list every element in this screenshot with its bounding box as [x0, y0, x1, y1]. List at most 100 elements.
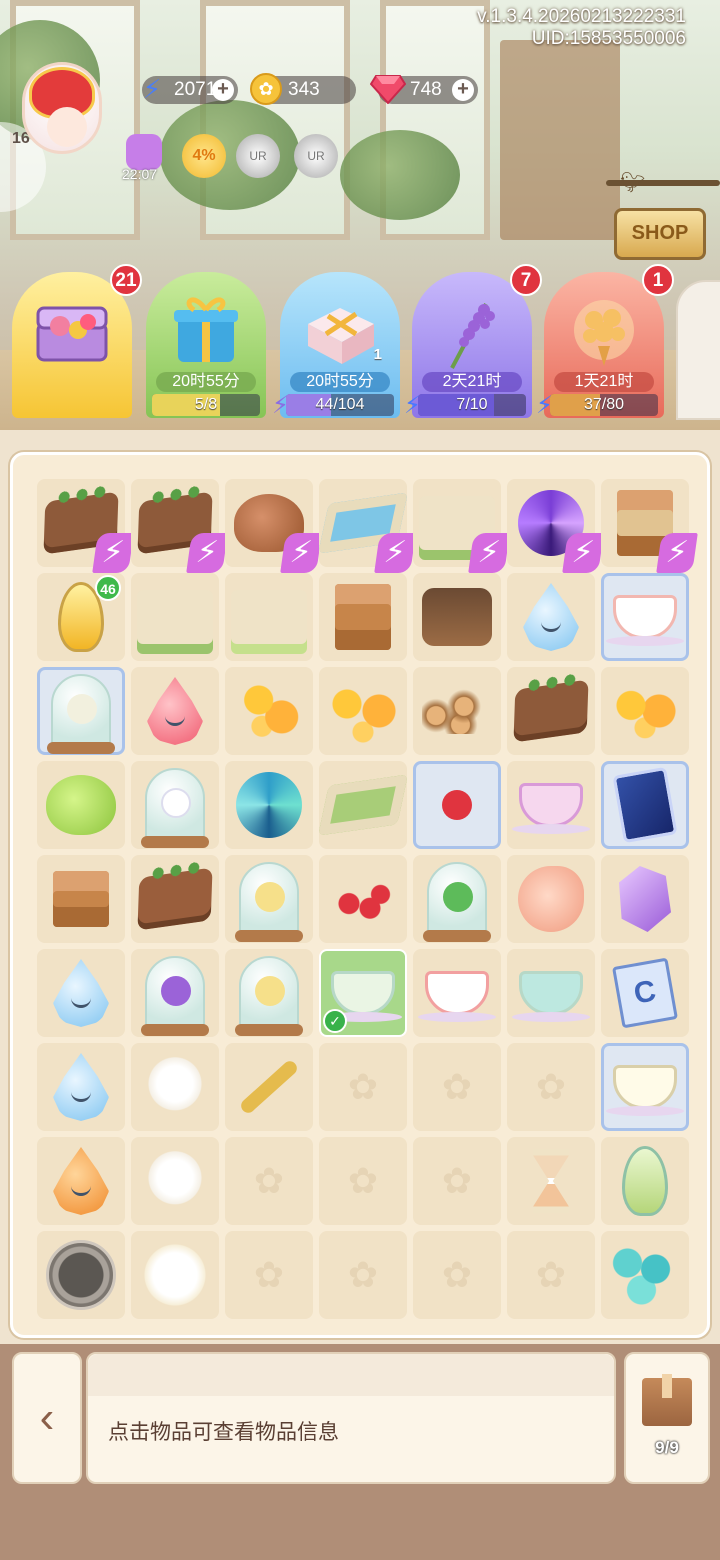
board-item-water-drop[interactable]	[507, 573, 595, 661]
board-item-oil-bottle[interactable]: 46	[37, 573, 125, 661]
board-item-teapot-generator[interactable]: ⚡	[225, 479, 322, 573]
board-item-seedling-plot[interactable]	[507, 667, 595, 755]
empty-slot[interactable]: ✿	[319, 1043, 407, 1131]
board-item-golden-key[interactable]	[225, 1043, 313, 1131]
double-buff-icon[interactable]	[126, 134, 162, 170]
notification-badge: 21	[110, 264, 142, 296]
empty-slot[interactable]: ✿	[413, 1043, 501, 1131]
energy-generator-icon: ⚡	[92, 533, 134, 573]
board-item-calla-lily[interactable]	[131, 1043, 219, 1131]
empty-slot[interactable]: ✿	[319, 1137, 407, 1225]
hourglass-icon	[533, 1149, 569, 1213]
empty-slot[interactable]: ✿	[507, 1043, 595, 1131]
empty-slot[interactable]: ✿	[225, 1137, 313, 1225]
board-item-shelf-generator[interactable]: ⚡	[601, 479, 698, 573]
board-item-small-table[interactable]	[37, 855, 125, 943]
empty-slot[interactable]: ✿	[225, 1231, 313, 1319]
board-item-green-blob[interactable]	[37, 761, 125, 849]
board-item-perfume-bottle[interactable]	[601, 1137, 689, 1225]
board-item-pavilion-tile[interactable]	[225, 573, 313, 661]
board-item-orange-drop[interactable]	[37, 1137, 125, 1225]
event-progress-bar: 5/8	[152, 394, 260, 416]
board-item-tree-stump[interactable]	[413, 573, 501, 661]
board-item-garden-arch-generator[interactable]: ⚡	[413, 479, 510, 573]
avatar-face	[47, 107, 87, 147]
empty-slot[interactable]: ✿	[413, 1137, 501, 1225]
ur-medal-icon[interactable]: UR	[236, 134, 280, 178]
board-item-cat-teacup-selected[interactable]: ✓	[319, 949, 407, 1037]
board-item-galaxy-portal-generator[interactable]: ⚡	[507, 479, 604, 573]
board-item-cat-tea-set[interactable]	[413, 949, 501, 1037]
board-item-green-tea-bowl[interactable]	[507, 949, 595, 1037]
board-item-cat-teacup-frozen[interactable]	[601, 573, 689, 661]
boost-icon[interactable]: 4%	[182, 134, 226, 178]
pink-blob-icon	[147, 677, 203, 745]
board-item-stone-disk[interactable]	[37, 1231, 125, 1319]
board-item-cherries[interactable]	[319, 855, 407, 943]
board-item-pergola-tile[interactable]	[131, 573, 219, 661]
merge-board: ⚡ ⚡ ⚡ ⚡ ⚡ ⚡ ⚡ 46 ✓ C ✿ ✿ ✿ ✿ ✿ ✿ ✿ ✿ ✿ ✿	[10, 452, 710, 1338]
flower-watermark-icon: ✿	[347, 1160, 379, 1201]
event-timer: 20时55分	[290, 372, 390, 392]
board-item-card-book[interactable]: C	[601, 949, 689, 1037]
energy-counter[interactable]: ⚡ 2071 +	[142, 75, 238, 104]
add-energy-button[interactable]: +	[212, 79, 234, 101]
board-item-teal-swirl[interactable]	[225, 761, 313, 849]
board-item-plot-generator[interactable]: ⚡	[37, 479, 134, 573]
board-item-glass-dome-dandelion[interactable]	[131, 761, 219, 849]
clover-coin-icon: ✿	[248, 70, 284, 108]
board-item-osmanthus-bouquet[interactable]	[319, 667, 407, 755]
storage-box-button[interactable]: 9/9	[624, 1352, 710, 1484]
board-item-tea-cup-frozen[interactable]	[601, 1043, 689, 1131]
board-item-koi-fish[interactable]	[507, 855, 595, 943]
back-button[interactable]: ‹	[12, 1352, 82, 1484]
board-item-purple-crystal[interactable]	[601, 855, 689, 943]
tarot-card-icon	[612, 766, 678, 844]
coin-counter[interactable]: ✿ 343	[250, 73, 356, 105]
item-count: 1	[373, 346, 382, 363]
board-item-cherry-frozen[interactable]	[413, 761, 501, 849]
board-item-logs[interactable]	[413, 667, 501, 755]
event-card-present[interactable]: 1 20时55分 44/104 ⚡	[272, 272, 400, 419]
board-item-glass-dome-vanilla[interactable]	[225, 855, 313, 943]
board-item-wood-cabinet[interactable]	[319, 573, 407, 661]
water-drop-icon	[523, 583, 579, 651]
board-item-glass-dome-vanilla[interactable]	[225, 949, 313, 1037]
board-item-garden-pond-generator[interactable]: ⚡	[318, 479, 416, 573]
ur-medal-icon[interactable]: UR	[294, 134, 338, 178]
player-avatar[interactable]	[22, 62, 102, 154]
board-item-plot-generator[interactable]: ⚡	[131, 479, 228, 573]
board-item-white-calla[interactable]	[131, 1137, 219, 1225]
event-card-bouquet[interactable]: 1 1天21时 37/80 ⚡	[536, 264, 674, 419]
shop-button[interactable]: SHOP	[614, 208, 706, 260]
event-card-gift[interactable]: 20时55分 5/8	[146, 272, 266, 418]
event-progress-bar: 37/80	[550, 394, 658, 416]
board-item-teal-puzzle[interactable]	[601, 1231, 689, 1319]
board-item-water-drop[interactable]	[37, 1043, 125, 1131]
energy-generator-icon: ⚡	[562, 533, 604, 573]
event-card-lavender[interactable]: 7 2天21时 7/10 ⚡	[404, 264, 542, 419]
board-item-yellow-flowers[interactable]	[601, 667, 689, 755]
purple-crystal-icon	[619, 866, 671, 932]
event-card-treasure[interactable]: 21	[12, 264, 142, 418]
board-item-osmanthus-branch[interactable]	[225, 667, 313, 755]
board-item-glass-dome-violet[interactable]	[131, 949, 219, 1037]
empty-slot[interactable]: ✿	[507, 1231, 595, 1319]
board-item-glass-dome-leaves[interactable]	[413, 855, 501, 943]
board-item-hourglass[interactable]	[507, 1137, 595, 1225]
board-item-brownie-tray[interactable]	[131, 855, 219, 943]
board-item-water-drop[interactable]	[37, 949, 125, 1037]
board-item-glass-dome-flower-frozen[interactable]	[37, 667, 125, 755]
grass-tile-icon	[318, 774, 408, 836]
gem-counter[interactable]: 748 +	[370, 75, 478, 104]
board-item-white-lily[interactable]	[131, 1231, 219, 1319]
board-item-pink-blob[interactable]	[131, 667, 219, 755]
empty-slot[interactable]: ✿	[413, 1231, 501, 1319]
empty-slot[interactable]: ✿	[319, 1231, 407, 1319]
board-item-cat-tea-cup[interactable]	[507, 761, 595, 849]
lavender-icon	[430, 290, 514, 369]
board-item-grass-tile[interactable]	[318, 761, 408, 849]
board-item-tarot-card-frozen[interactable]	[601, 761, 689, 849]
add-gems-button[interactable]: +	[452, 79, 474, 101]
side-character[interactable]	[676, 280, 720, 420]
